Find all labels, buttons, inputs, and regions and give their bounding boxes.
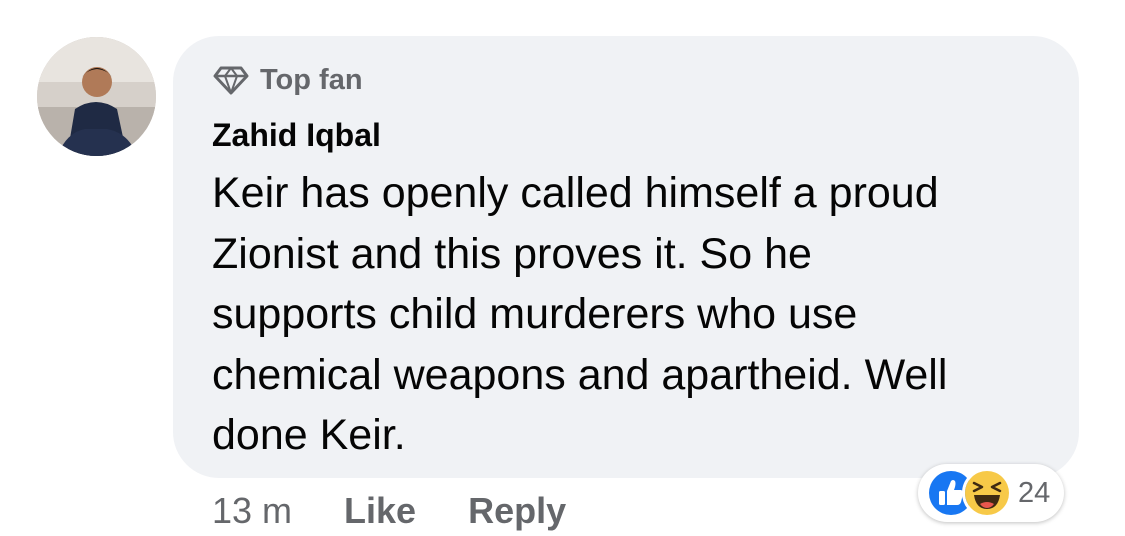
badge-label: Top fan	[260, 63, 363, 96]
comment-text: Keir has openly called himself a proud Z…	[212, 169, 948, 459]
comment-container: Top fan Zahid Iqbal Keir has openly call…	[0, 0, 1125, 536]
reactions-summary[interactable]: 24	[918, 464, 1065, 522]
comment-actions: 13 m Like Reply	[212, 486, 618, 536]
diamond-icon	[212, 65, 250, 95]
like-button[interactable]: Like	[344, 490, 416, 532]
reaction-count: 24	[1018, 476, 1051, 509]
avatar[interactable]	[37, 37, 156, 156]
top-fan-badge: Top fan	[212, 60, 363, 100]
haha-icon	[962, 468, 1012, 518]
reply-button[interactable]: Reply	[468, 490, 566, 532]
timestamp[interactable]: 13 m	[212, 490, 292, 532]
author-name[interactable]: Zahid Iqbal	[212, 113, 381, 157]
